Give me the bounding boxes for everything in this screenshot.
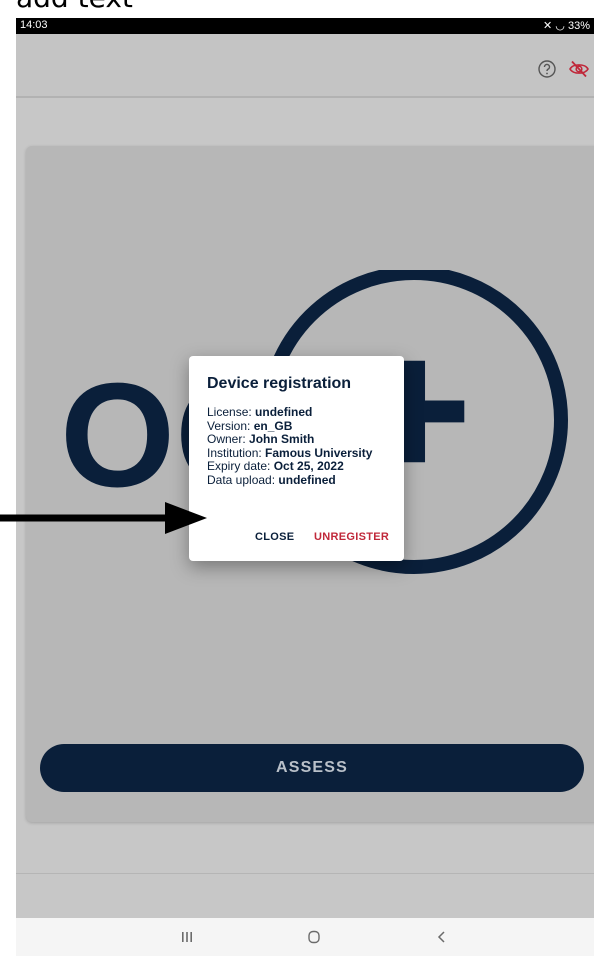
mute-icon: ✕ (543, 20, 553, 32)
help-icon[interactable] (536, 58, 558, 80)
field-version: Version: en_GB (207, 418, 293, 433)
home-icon[interactable] (302, 926, 326, 948)
field-institution: Institution: Famous University (207, 445, 373, 460)
dialog-fields: License: undefined Version: en_GB Owner:… (207, 405, 373, 487)
bottom-divider (16, 873, 594, 874)
eye-off-icon[interactable] (568, 58, 590, 80)
wifi-icon: ◡ (555, 20, 565, 32)
unregister-button[interactable]: UNREGISTER (314, 531, 389, 543)
system-nav-bar (16, 918, 594, 956)
annotation-arrow (0, 502, 207, 534)
annotation-text: add text (16, 0, 133, 12)
assess-button[interactable]: ASSESS (40, 744, 584, 792)
device-registration-dialog: Device registration License: undefined V… (189, 356, 404, 561)
field-license: License: undefined (207, 405, 313, 419)
field-data-upload: Data upload: undefined (207, 472, 336, 487)
recent-apps-icon[interactable] (175, 926, 199, 948)
status-icons: ✕ ◡ 33% (543, 19, 590, 32)
back-icon[interactable] (430, 926, 454, 948)
close-button[interactable]: CLOSE (255, 531, 294, 543)
app-bar (16, 34, 594, 98)
field-owner: Owner: John Smith (207, 432, 315, 446)
status-time: 14:03 (20, 19, 48, 31)
battery-text: 33% (567, 20, 590, 32)
dialog-title: Device registration (207, 375, 352, 392)
status-bar: 14:03 ✕ ◡ 33% (16, 18, 594, 34)
field-expiry-date: Expiry date: Oct 25, 2022 (207, 459, 344, 473)
